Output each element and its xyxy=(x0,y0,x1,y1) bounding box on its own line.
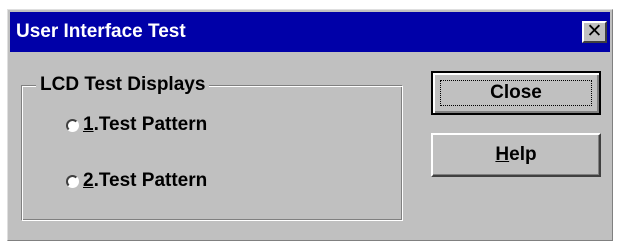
title-bar[interactable]: User Interface Test ✕ xyxy=(10,12,610,52)
lcd-test-displays-group: LCD Test Displays 1.Test Pattern 2.Test … xyxy=(21,74,403,221)
radio-label-1: 1.Test Pattern xyxy=(83,114,208,135)
help-button-label: Help xyxy=(495,144,537,165)
radio-button-icon[interactable] xyxy=(66,118,79,132)
radio-button-icon[interactable] xyxy=(66,174,79,188)
radio-test-pattern-2[interactable]: 2.Test Pattern xyxy=(66,170,207,192)
window-title: User Interface Test xyxy=(16,21,186,42)
radio-label-2: 2.Test Pattern xyxy=(83,170,208,191)
close-button[interactable]: Close xyxy=(431,71,601,115)
focus-rectangle xyxy=(440,80,592,106)
group-legend: LCD Test Displays xyxy=(36,74,210,96)
dialog-window: User Interface Test ✕ LCD Test Displays … xyxy=(7,9,613,241)
close-icon[interactable]: ✕ xyxy=(582,21,607,43)
radio-test-pattern-1[interactable]: 1.Test Pattern xyxy=(66,114,207,136)
help-button[interactable]: Help xyxy=(431,133,601,177)
